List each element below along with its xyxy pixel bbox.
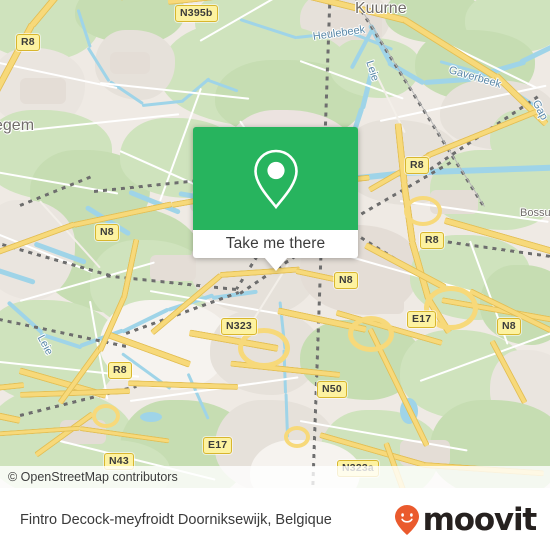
- map-canvas[interactable]: KuurneegemBossuitHeulebeekLeieGaverbeekG…: [0, 0, 550, 488]
- road-shield: N50: [317, 381, 347, 398]
- road-shield: E17: [407, 311, 437, 328]
- moovit-location-screenshot: KuurneegemBossuitHeulebeekLeieGaverbeekG…: [0, 0, 550, 550]
- road-shield: N323: [221, 318, 257, 335]
- map-pin-icon: [253, 149, 298, 209]
- road-shield: N8: [334, 272, 358, 289]
- map-attribution-bar: © OpenStreetMap contributors: [0, 466, 550, 488]
- popup-action-area[interactable]: Take me there: [193, 230, 358, 258]
- road-shield: R8: [405, 157, 429, 174]
- road-shield: N8: [95, 224, 119, 241]
- road-shield: N395b: [175, 5, 218, 22]
- popup-icon-area: [193, 127, 358, 230]
- location-popup-card[interactable]: Take me there: [193, 127, 358, 271]
- road-shield: R8: [420, 232, 444, 249]
- road-shield: R8: [16, 34, 40, 51]
- moovit-pin-smiley-icon: [394, 504, 420, 536]
- moovit-brand[interactable]: moovit: [394, 504, 550, 536]
- road-shield: E17: [203, 437, 233, 454]
- popup-pointer-tail: [263, 257, 288, 271]
- attribution-text[interactable]: © OpenStreetMap contributors: [0, 470, 178, 484]
- take-me-there-label: Take me there: [225, 235, 326, 252]
- place-title: Fintro Decock-meyfroidt Doorniksewijk, B…: [20, 512, 332, 528]
- moovit-wordmark: moovit: [422, 501, 538, 538]
- road-shield: N8: [497, 318, 521, 335]
- footer-bar: Fintro Decock-meyfroidt Doorniksewijk, B…: [0, 488, 550, 550]
- road-shield: R8: [108, 362, 132, 379]
